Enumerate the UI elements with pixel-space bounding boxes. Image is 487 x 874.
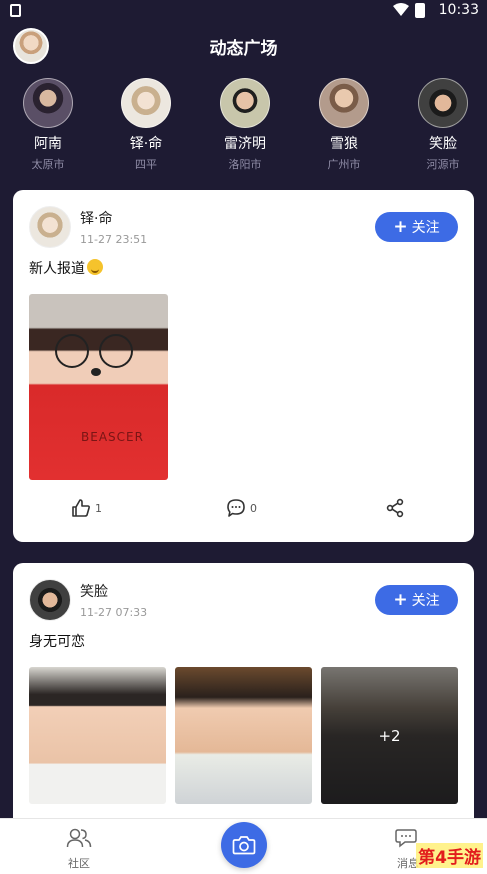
- post-photo[interactable]: [29, 667, 166, 804]
- post-avatar[interactable]: [29, 579, 71, 621]
- post-text: 身无可恋: [29, 634, 85, 650]
- user-name: 雪狼: [330, 136, 358, 152]
- user-name: 雷济明: [224, 136, 266, 152]
- watermark-logo: 第4手游: [416, 843, 483, 868]
- comment-icon: [227, 499, 245, 517]
- shirt-text: BEASCER: [81, 430, 144, 444]
- user-name: 铎·命: [129, 136, 163, 152]
- plus-icon: +: [393, 217, 408, 237]
- recommended-user[interactable]: 铎·命 四平: [114, 78, 178, 172]
- avatar: [23, 78, 73, 128]
- share-icon: [386, 498, 404, 518]
- status-time: 10:33: [438, 2, 479, 18]
- header: 动态广场: [0, 24, 487, 68]
- status-bar: 10:33: [0, 0, 487, 22]
- follow-button[interactable]: + 关注: [375, 212, 458, 242]
- avatar: [121, 78, 171, 128]
- wifi-icon: [393, 3, 409, 16]
- post-camera-button[interactable]: [221, 822, 267, 868]
- share-button[interactable]: [385, 498, 405, 518]
- page-title: 动态广场: [209, 39, 278, 59]
- post-text-content: 新人报道: [29, 261, 85, 277]
- recommended-user[interactable]: 雷济明 洛阳市: [213, 78, 277, 172]
- user-city: 洛阳市: [228, 158, 262, 171]
- comment-button[interactable]: 0: [226, 498, 257, 518]
- thumbs-up-icon: [72, 499, 90, 517]
- post-avatar[interactable]: [29, 206, 71, 248]
- recommended-users: 阿南 太原市 铎·命 四平 雷济明 洛阳市 雪狼 广州市 笑脸 河源市: [0, 78, 487, 173]
- user-name: 笑脸: [429, 136, 457, 152]
- post-time: 11-27 23:51: [80, 233, 148, 246]
- sticker-nose: [91, 368, 101, 376]
- user-city: 太原市: [31, 158, 65, 171]
- post-username[interactable]: 笑脸: [80, 581, 108, 601]
- like-count: 1: [95, 501, 102, 515]
- post-actions: 1 0: [13, 498, 474, 524]
- post-text: 新人报道: [29, 258, 103, 278]
- glasses-lens: [99, 334, 133, 368]
- recommended-user[interactable]: 阿南 太原市: [16, 78, 80, 172]
- recommended-user[interactable]: 笑脸 河源市: [411, 78, 475, 172]
- sim-icon: [10, 4, 21, 17]
- more-photos-count: +2: [378, 727, 401, 745]
- follow-button[interactable]: + 关注: [375, 585, 458, 615]
- user-name: 阿南: [34, 136, 62, 152]
- post-photo[interactable]: BEASCER: [29, 294, 168, 480]
- comment-count: 0: [250, 501, 257, 515]
- post-card[interactable]: 铎·命 11-27 23:51 + 关注 新人报道 BEASCER 1 0: [13, 190, 474, 542]
- user-city: 四平: [135, 158, 157, 171]
- post-photo[interactable]: [175, 667, 312, 804]
- avatar: [319, 78, 369, 128]
- post-time: 11-27 07:33: [80, 606, 148, 619]
- avatar: [220, 78, 270, 128]
- plus-icon: +: [393, 590, 408, 610]
- recommended-user[interactable]: 雪狼 广州市: [312, 78, 376, 172]
- community-icon: [66, 828, 92, 848]
- camera-icon: [232, 836, 256, 855]
- follow-label: 关注: [411, 593, 440, 609]
- user-city: 广州市: [327, 158, 361, 171]
- avatar: [418, 78, 468, 128]
- user-city: 河源市: [426, 158, 460, 171]
- like-button[interactable]: 1: [71, 498, 102, 518]
- post-username[interactable]: 铎·命: [80, 208, 112, 228]
- post-photo[interactable]: +2: [321, 667, 458, 804]
- follow-label: 关注: [411, 220, 440, 236]
- emoji-smile-icon: [87, 259, 103, 275]
- nav-community-label: 社区: [68, 857, 90, 870]
- nav-community[interactable]: 社区: [49, 827, 109, 871]
- glasses-lens: [55, 334, 89, 368]
- battery-icon: [415, 3, 425, 18]
